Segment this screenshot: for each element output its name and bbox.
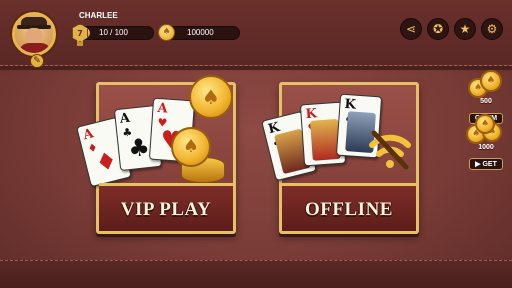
- claim-amount: 500: [480, 98, 492, 105]
- offline-button[interactable]: K ♣ K ♥ K ♠ OFFLINE: [261, 82, 419, 234]
- chip-coin-icon: ♠: [171, 127, 211, 167]
- star-icon[interactable]: ★: [454, 18, 476, 40]
- chip-coin-icon: ♠: [189, 75, 233, 119]
- vip-play-label: VIP PLAY: [120, 199, 212, 220]
- no-wifi-offline-icon: [366, 127, 414, 171]
- settings-gear-icon[interactable]: ⚙: [481, 18, 503, 40]
- edit-profile-pencil-icon[interactable]: ✎: [30, 54, 44, 68]
- get-button[interactable]: ▶ GET: [469, 158, 503, 170]
- get-reward: ♠ ♠ ♠ 1000 ▶ GET: [466, 114, 506, 170]
- xp-text: 10 / 100: [99, 28, 128, 37]
- get-button-label: GET: [482, 161, 497, 168]
- vip-play-button[interactable]: A ♦ ♦ A ♣ ♣ A ♥ ♥ ♠ ♠ VIP PLAY: [76, 75, 236, 234]
- coin-pile-icon: ♠ ♠: [466, 68, 506, 98]
- video-icon: ▶: [475, 161, 481, 168]
- coin-icon: ♠: [158, 24, 175, 41]
- get-amount: 1000: [478, 144, 494, 151]
- player-name: CHARLEE: [79, 11, 118, 20]
- coin-balance-value: 100000: [187, 28, 214, 37]
- offline-label: OFFLINE: [305, 199, 393, 220]
- bottom-bar: [0, 260, 512, 288]
- coin-pile-icon: ♠ ♠ ♠: [466, 114, 506, 144]
- xp-progress-bar: 10 / 100: [78, 26, 154, 40]
- achievement-medal-icon[interactable]: ✪: [427, 18, 449, 40]
- share-icon[interactable]: ⋖: [400, 18, 422, 40]
- player-avatar[interactable]: [12, 12, 56, 56]
